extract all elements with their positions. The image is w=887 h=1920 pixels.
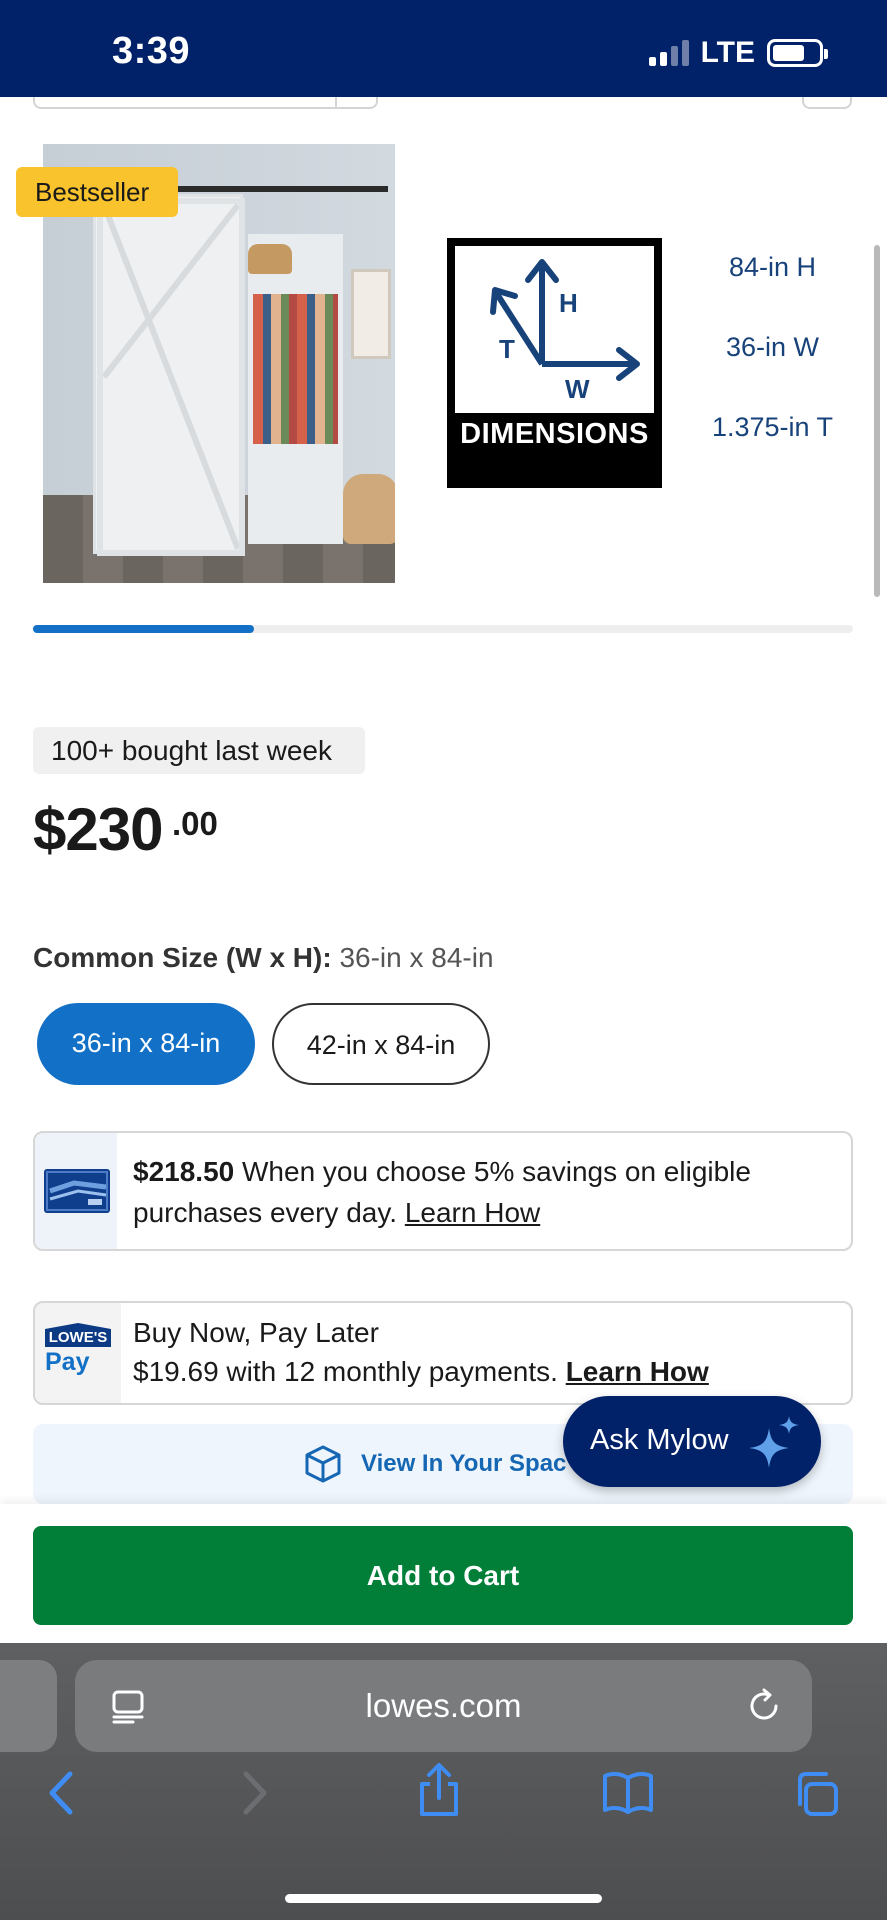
forward-icon[interactable]	[236, 1770, 272, 1816]
bnpl-card: LOWE'S Pay Buy Now, Pay Later $19.69 wit…	[33, 1301, 853, 1405]
signal-icon	[648, 40, 689, 66]
home-indicator	[285, 1894, 602, 1903]
sparkle-icon	[749, 1416, 799, 1468]
bnpl-terms-text: $19.69 with 12 monthly payments.	[133, 1356, 566, 1387]
bnpl-learn-how-link[interactable]: Learn How	[566, 1356, 709, 1387]
back-icon[interactable]	[44, 1770, 80, 1816]
savings-icon-column	[35, 1133, 117, 1249]
ask-mylow-button[interactable]: Ask Mylow	[563, 1396, 821, 1487]
share-button-remnant[interactable]	[802, 97, 852, 109]
bought-count-badge: 100+ bought last week	[33, 727, 365, 774]
reload-icon[interactable]	[746, 1688, 782, 1724]
gallery-progress[interactable]	[33, 625, 853, 633]
dimension-specs: 84-in H 36-in W 1.375-in T	[700, 250, 845, 490]
bookmarks-icon[interactable]	[602, 1770, 654, 1814]
url-text: lowes.com	[365, 1687, 522, 1724]
bnpl-title: Buy Now, Pay Later	[133, 1317, 379, 1348]
ask-mylow-label: Ask Mylow	[590, 1424, 729, 1456]
share-icon[interactable]	[416, 1762, 462, 1818]
photo-clothes	[253, 294, 338, 444]
cube-icon	[305, 1445, 341, 1483]
status-time: 3:39	[112, 30, 191, 72]
price-cents: .00	[172, 805, 218, 842]
tabs-icon[interactable]	[792, 1770, 840, 1818]
spec-width: 36-in W	[725, 332, 820, 362]
previous-tab-peek[interactable]	[0, 1660, 57, 1752]
add-to-cart-button[interactable]: Add to Cart	[33, 1526, 853, 1625]
size-option-42x84[interactable]: 42-in x 84-in	[272, 1003, 490, 1085]
pay-logo-text: Pay	[45, 1348, 90, 1376]
gallery-scrollbar[interactable]	[874, 245, 880, 597]
rating-bar-divider	[335, 97, 337, 109]
size-option-36x84[interactable]: 36-in x 84-in	[37, 1003, 255, 1085]
photo-basket	[248, 244, 292, 274]
battery-icon	[767, 39, 828, 67]
dimensions-label: DIMENSIONS	[460, 418, 649, 450]
browser-nav-row	[0, 1763, 887, 1840]
size-label: Common Size (W x H):	[33, 942, 332, 973]
savings-amount: $218.50	[133, 1156, 235, 1187]
view-in-space-label: View In Your Spac	[361, 1450, 567, 1477]
status-indicators: LTE	[648, 36, 828, 70]
bnpl-icon-column: LOWE'S Pay	[35, 1303, 121, 1403]
size-line: Common Size (W x H): 36-in x 84-in	[33, 942, 494, 974]
bestseller-badge: Bestseller	[16, 167, 178, 217]
dimensions-image[interactable]: H T W DIMENSIONS	[447, 238, 662, 488]
rating-bar-remnant	[33, 97, 378, 109]
lowes-pay-logo: LOWE'S Pay	[45, 1323, 111, 1377]
savings-card: $218.50 When you choose 5% savings on el…	[33, 1131, 853, 1251]
photo-pouf	[343, 474, 395, 544]
dimensions-diagram: H T W	[455, 246, 654, 413]
bnpl-text: Buy Now, Pay Later $19.69 with 12 monthl…	[133, 1313, 833, 1391]
height-letter: H	[559, 288, 578, 318]
savings-text: $218.50 When you choose 5% savings on el…	[133, 1151, 833, 1233]
door-k-pattern	[97, 198, 245, 556]
lowes-logo-text: LOWE'S	[45, 1323, 111, 1347]
bnpl-terms: $19.69 with 12 monthly payments. Learn H…	[133, 1352, 833, 1391]
spec-height: 84-in H	[728, 252, 817, 282]
size-value: 36-in x 84-in	[339, 942, 494, 973]
dimension-arrows-icon: H T W	[490, 259, 640, 404]
network-label: LTE	[700, 36, 755, 69]
barn-door	[93, 194, 245, 556]
price-dollars: $230	[33, 796, 163, 863]
credit-card-icon	[44, 1169, 110, 1213]
spec-thickness: 1.375-in T	[711, 412, 834, 442]
thickness-letter: T	[499, 334, 515, 364]
address-bar[interactable]: lowes.com	[75, 1660, 812, 1752]
gallery-progress-fill	[33, 625, 255, 633]
photo-frame	[351, 269, 391, 359]
width-letter: W	[565, 374, 590, 404]
status-bar: 3:39 LTE	[0, 0, 887, 97]
savings-learn-how-link[interactable]: Learn How	[405, 1197, 540, 1228]
view-in-space-content: View In Your Spac	[303, 1444, 566, 1484]
